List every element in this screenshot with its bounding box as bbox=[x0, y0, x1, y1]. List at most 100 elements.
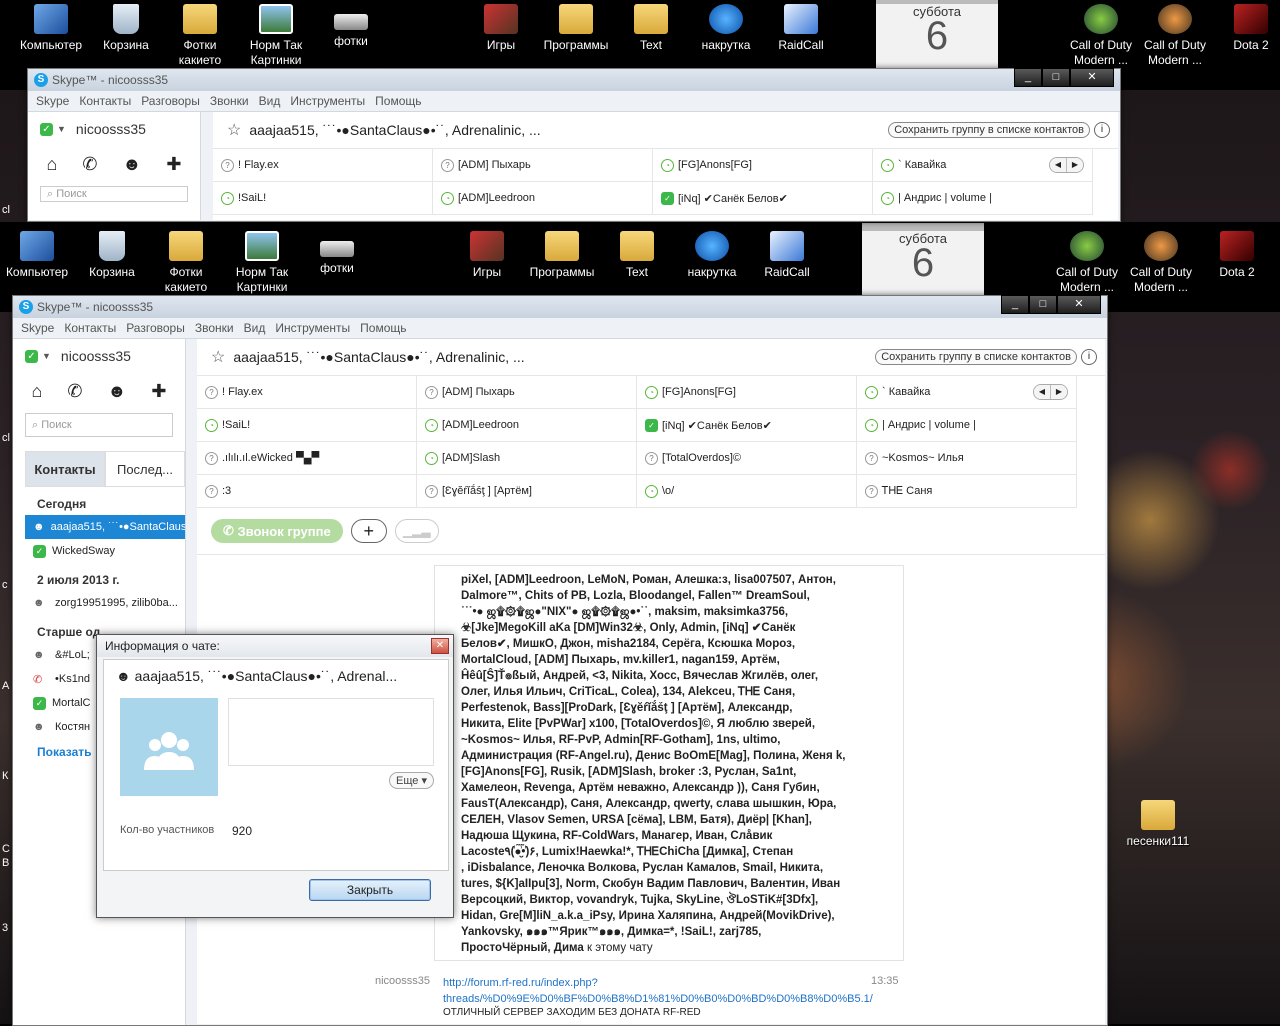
menu-item[interactable]: Контакты bbox=[79, 91, 139, 111]
menu-item[interactable]: Разговоры bbox=[126, 318, 193, 338]
title-bar[interactable]: S Skype™ - nicoosss35 _ □ ✕ bbox=[28, 68, 1120, 91]
desktop-icon[interactable]: фотки bbox=[299, 231, 375, 276]
contacts-icon[interactable]: ☻ bbox=[107, 381, 126, 402]
chevron-right-icon[interactable]: ▶ bbox=[1050, 385, 1067, 399]
search-input[interactable]: ⌕ Поиск bbox=[40, 186, 188, 202]
title-bar[interactable]: S Skype™ - nicoosss35 _ □ ✕ bbox=[13, 295, 1107, 318]
recent-item[interactable]: ☻ zorg19951995, zilib0ba... bbox=[25, 591, 185, 615]
close-icon[interactable]: ✕ bbox=[431, 638, 449, 654]
desktop-icon[interactable]: Норм Так Картинки bbox=[224, 231, 300, 295]
chat-notes[interactable] bbox=[228, 698, 434, 766]
add-contact-icon[interactable]: ✚ bbox=[151, 381, 166, 402]
info-icon[interactable]: i bbox=[1081, 349, 1097, 365]
desktop-icon[interactable]: Call of Duty Modern ... bbox=[1137, 4, 1213, 68]
participant-cell[interactable]: ? ᎢᎻᎬ Саня bbox=[857, 475, 1077, 508]
message-link[interactable]: http://forum.rf-red.ru/index.php?threads… bbox=[443, 975, 873, 1007]
calendar-gadget[interactable]: суббота 6 bbox=[862, 223, 984, 299]
chevron-right-icon[interactable]: ▶ bbox=[1066, 158, 1083, 172]
close-button[interactable]: ✕ bbox=[1057, 295, 1101, 314]
home-icon[interactable]: ⌂ bbox=[31, 381, 42, 402]
participant-cell[interactable]: ◔ ` Кавайка ◀ ▶ bbox=[857, 376, 1077, 409]
profile[interactable]: ✓ ▼ nicoosss35 bbox=[13, 339, 185, 373]
desktop-icon[interactable]: Call of Duty Modern ... bbox=[1049, 231, 1125, 295]
star-icon[interactable]: ☆ bbox=[211, 347, 225, 367]
desktop-icon[interactable]: Dota 2 bbox=[1199, 231, 1275, 280]
desktop-icon[interactable]: Корзина bbox=[88, 4, 164, 53]
call-group-button[interactable]: ✆ Звонок группе bbox=[211, 519, 343, 543]
participant-cell[interactable]: ? [Ɛɣĕŕĭắṥţ ] [Артём] bbox=[417, 475, 637, 508]
desktop-icon[interactable]: Программы bbox=[538, 4, 614, 53]
participant-cell[interactable]: ◔ !SaiL! bbox=[197, 409, 417, 442]
participant-cell[interactable]: ? ! Flay.ex bbox=[197, 376, 417, 409]
desktop-icon[interactable]: фотки bbox=[313, 4, 389, 49]
participant-cell[interactable]: ? ~Kosmos~ Илья bbox=[857, 442, 1077, 475]
recent-item[interactable]: ✓ WickedSway bbox=[25, 539, 185, 563]
participant-cell[interactable]: ? [TotalOverdos]© bbox=[637, 442, 857, 475]
menu-item[interactable]: Звонки bbox=[210, 91, 257, 111]
participant-cell[interactable]: ◔ [ADM]Leedroon bbox=[417, 409, 637, 442]
maximize-button[interactable]: □ bbox=[1029, 295, 1057, 314]
desktop-icon[interactable]: Компьютер bbox=[0, 231, 75, 280]
menu-item[interactable]: Контакты bbox=[64, 318, 124, 338]
desktop-icon[interactable]: Игры bbox=[463, 4, 539, 53]
desktop-icon[interactable]: Фотки какието bbox=[148, 231, 224, 295]
star-icon[interactable]: ☆ bbox=[227, 120, 241, 140]
chevron-down-icon[interactable]: ▼ bbox=[42, 351, 51, 361]
desktop-icon[interactable]: Игры bbox=[449, 231, 525, 280]
participant-cell[interactable]: ◔ [FG]Anons[FG] bbox=[637, 376, 857, 409]
minimize-button[interactable]: _ bbox=[1001, 295, 1029, 314]
participant-cell[interactable]: ◔ [ADM]Slash bbox=[417, 442, 637, 475]
tab-recent[interactable]: Послед... bbox=[105, 451, 185, 487]
menu-item[interactable]: Разговоры bbox=[141, 91, 208, 111]
menu-item[interactable]: Вид bbox=[244, 318, 274, 338]
chevron-left-icon[interactable]: ◀ bbox=[1050, 158, 1066, 172]
home-icon[interactable]: ⌂ bbox=[46, 154, 57, 175]
calendar-gadget[interactable]: суббота 6 bbox=[876, 0, 998, 72]
desktop-icon[interactable]: RaidCall bbox=[749, 231, 825, 280]
info-icon[interactable]: i bbox=[1094, 122, 1110, 138]
participant-cell[interactable]: ◔ | Андрис | volume | bbox=[857, 409, 1077, 442]
maximize-button[interactable]: □ bbox=[1042, 68, 1070, 87]
menu-item[interactable]: Помощь bbox=[375, 91, 429, 111]
phone-icon[interactable]: ✆ bbox=[82, 154, 97, 175]
participant-cell[interactable]: ◔ | Андрис | volume | bbox=[873, 182, 1093, 215]
desktop-icon[interactable]: Dota 2 bbox=[1213, 4, 1280, 53]
desktop-icon[interactable]: Call of Duty Modern ... bbox=[1063, 4, 1139, 68]
participant-cell[interactable]: ✓ [iNq] ✔Санёк Белов✔ bbox=[637, 409, 857, 442]
desktop-icon[interactable]: RaidCall bbox=[763, 4, 839, 53]
menu-item[interactable]: Вид bbox=[259, 91, 289, 111]
save-group-button[interactable]: Сохранить группу в списке контактов bbox=[875, 349, 1077, 365]
save-group-button[interactable]: Сохранить группу в списке контактов bbox=[888, 122, 1090, 138]
participant-cell[interactable]: ? [ADM] Пыхарь bbox=[433, 149, 653, 182]
contacts-icon[interactable]: ☻ bbox=[122, 154, 141, 175]
desktop-icon[interactable]: Компьютер bbox=[13, 4, 89, 53]
chevron-left-icon[interactable]: ◀ bbox=[1034, 385, 1050, 399]
desktop-icon[interactable]: накрутка bbox=[674, 231, 750, 280]
menu-item[interactable]: Помощь bbox=[360, 318, 414, 338]
minimize-button[interactable]: _ bbox=[1014, 68, 1042, 87]
menu-item[interactable]: Skype bbox=[21, 318, 62, 338]
profile[interactable]: ✓ ▼ nicoosss35 bbox=[28, 112, 200, 146]
search-input[interactable]: ⌕ Поиск bbox=[25, 413, 173, 437]
menu-item[interactable]: Skype bbox=[36, 91, 77, 111]
participant-cell[interactable]: ? .ılılı.ıl.eWicked ▀▄▀ bbox=[197, 442, 417, 475]
close-button[interactable]: ✕ bbox=[1070, 68, 1114, 87]
participant-cell[interactable]: ? ! Flay.ex bbox=[213, 149, 433, 182]
desktop-icon[interactable]: Фотки какието bbox=[162, 4, 238, 68]
menu-item[interactable]: Звонки bbox=[195, 318, 242, 338]
more-button[interactable]: Еще ▾ bbox=[389, 772, 434, 789]
participant-cell[interactable]: ◔ ` Кавайка ◀ ▶ bbox=[873, 149, 1093, 182]
participant-cell[interactable]: ◔ [FG]Anons[FG] bbox=[653, 149, 873, 182]
add-button[interactable]: + bbox=[350, 519, 387, 543]
desktop-icon-songs[interactable]: песенки111 bbox=[1120, 800, 1196, 849]
desktop-icon[interactable]: Call of Duty Modern ... bbox=[1123, 231, 1199, 295]
desktop-icon[interactable]: Text bbox=[599, 231, 675, 280]
recent-item[interactable]: ☻ aaajaa515, ˙˙˙•●SantaClaus●•˙˙, Adrenal… bbox=[25, 515, 185, 539]
desktop-icon[interactable]: Корзина bbox=[74, 231, 150, 280]
desktop-icon[interactable]: накрутка bbox=[688, 4, 764, 53]
menu-item[interactable]: Инструменты bbox=[290, 91, 373, 111]
menu-item[interactable]: Инструменты bbox=[275, 318, 358, 338]
close-button[interactable]: Закрыть bbox=[309, 879, 431, 901]
tab-contacts[interactable]: Контакты bbox=[25, 451, 105, 487]
dialog-title-bar[interactable]: Информация о чате: ✕ bbox=[97, 635, 453, 657]
